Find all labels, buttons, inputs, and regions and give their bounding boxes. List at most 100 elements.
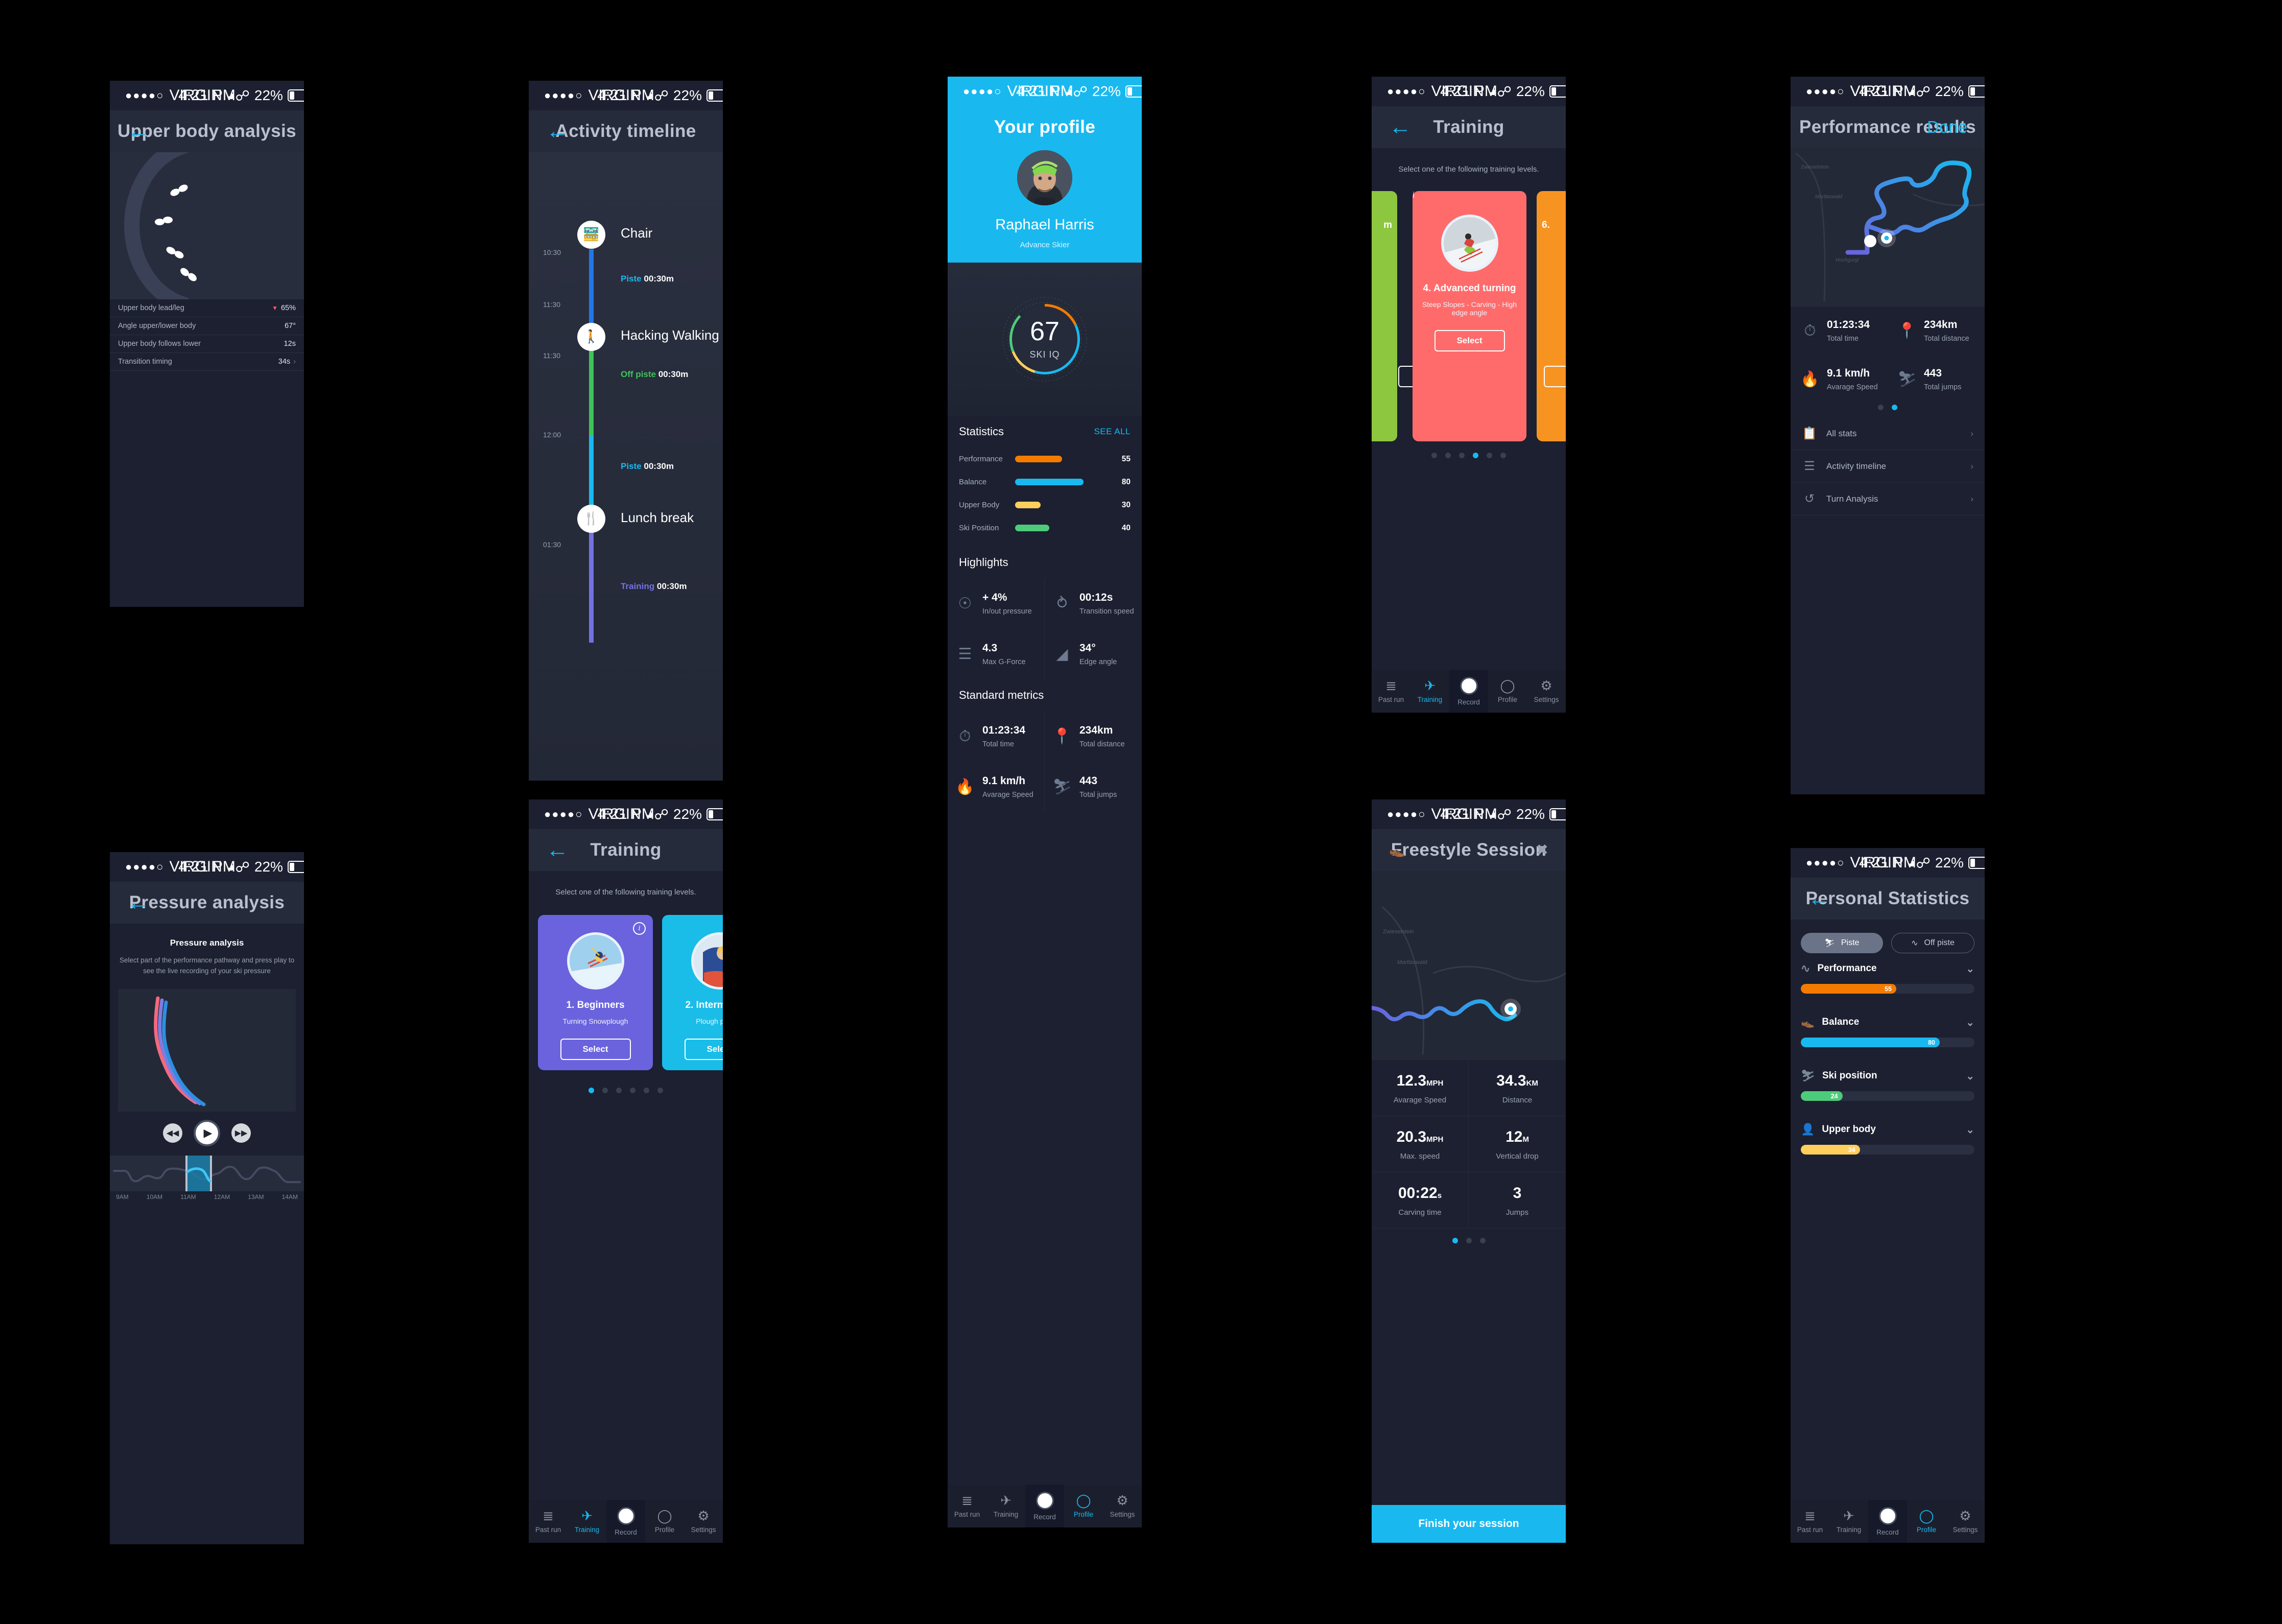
tab-settings[interactable]: ⚙ Settings xyxy=(1527,670,1566,713)
tab-record[interactable]: Record xyxy=(606,1500,645,1543)
training-card-next[interactable]: 6. xyxy=(1537,191,1566,441)
wifi-icon: ◕ xyxy=(1065,83,1073,99)
back-button[interactable]: ← xyxy=(546,120,569,143)
back-button[interactable]: ← xyxy=(127,891,150,914)
tab-past-run[interactable]: ≣ Past run xyxy=(1791,1500,1829,1543)
stat-section-header[interactable]: ∿ Performance ⌄ xyxy=(1801,953,1974,984)
select-button[interactable]: Select xyxy=(560,1039,631,1060)
highlight-label: Transition speed xyxy=(1079,607,1134,616)
stat-section-header[interactable]: ⛷ Ski position ⌄ xyxy=(1801,1061,1974,1091)
page-dot[interactable] xyxy=(657,1088,663,1093)
tab-profile[interactable]: ◯ Profile xyxy=(645,1500,684,1543)
session-map[interactable]: Zwieselstein Martlaswald 01:32:57 Total … xyxy=(1372,871,1566,1060)
page-dot[interactable] xyxy=(616,1088,622,1093)
info-icon[interactable]: i xyxy=(1413,191,1526,200)
tab-training[interactable]: ✈ Training xyxy=(986,1485,1025,1527)
tab-profile[interactable]: ◯ Profile xyxy=(1907,1500,1946,1543)
page-dot[interactable] xyxy=(1878,405,1884,410)
forward-button[interactable]: ▶▶ xyxy=(231,1123,251,1143)
chevron-down-icon[interactable]: ⌄ xyxy=(1966,1070,1974,1082)
back-button[interactable]: ← xyxy=(546,839,569,861)
see-all-link[interactable]: SEE ALL xyxy=(1094,427,1131,437)
table-row[interactable]: Upper body follows lower 12s xyxy=(110,335,304,353)
page-indicator xyxy=(1372,1238,1566,1243)
timeline-scrubber[interactable] xyxy=(110,1155,304,1191)
table-row[interactable]: Transition timing 34s › xyxy=(110,353,304,371)
list-item-activity-timeline[interactable]: ☰ Activity timeline › xyxy=(1791,450,1985,483)
timeline-node-walking[interactable]: 🚶 xyxy=(577,323,605,351)
chevron-down-icon[interactable]: ⌄ xyxy=(1966,1123,1974,1136)
person-icon: ◯ xyxy=(657,1508,672,1523)
tab-settings[interactable]: ⚙ Settings xyxy=(1946,1500,1985,1543)
bar-fill xyxy=(1015,479,1084,485)
tab-settings[interactable]: ⚙ Settings xyxy=(684,1500,723,1543)
battery-label: 22% xyxy=(673,806,702,822)
page-dot[interactable] xyxy=(644,1088,649,1093)
screen-upper-body-analysis: ●●●●○ VIRGIN ◕ 4:21 PM ☍ 22% ← Upper bod… xyxy=(110,81,304,607)
done-button[interactable]: Done xyxy=(1927,117,1967,137)
list-item-all-stats[interactable]: 📋 All stats › xyxy=(1791,417,1985,450)
tab-past-run[interactable]: ≣ Past run xyxy=(948,1485,986,1527)
tab-record[interactable]: Record xyxy=(1868,1500,1907,1543)
table-row[interactable]: Angle upper/lower body 67° xyxy=(110,317,304,335)
chevron-down-icon[interactable]: ⌄ xyxy=(1966,1016,1974,1029)
training-card-carousel[interactable]: m i i 4. Advanced turning Steep Slopes -… xyxy=(1372,191,1566,441)
back-button[interactable]: ← xyxy=(1389,116,1411,138)
page-dot[interactable] xyxy=(1500,453,1506,458)
list-item-turn-analysis[interactable]: ↺ Turn Analysis › xyxy=(1791,483,1985,515)
tab-record[interactable]: Record xyxy=(1449,670,1488,713)
page-dot[interactable] xyxy=(630,1088,636,1093)
page-dot[interactable] xyxy=(1466,1238,1472,1243)
tab-profile[interactable]: ◯ Profile xyxy=(1064,1485,1103,1527)
page-dot[interactable] xyxy=(1452,1238,1458,1243)
page-dot[interactable] xyxy=(1479,1238,1486,1243)
chevron-down-icon[interactable]: ⌄ xyxy=(1966,962,1974,975)
training-card-carousel[interactable]: i 1. Beginners Turning Snowplough Select xyxy=(529,915,723,1070)
tab-record[interactable]: Record xyxy=(1025,1485,1064,1527)
timeline-node-gondola[interactable]: 🚟 xyxy=(577,221,605,249)
select-button[interactable]: Select xyxy=(684,1039,723,1060)
tab-past-run[interactable]: ≣ Past run xyxy=(1372,670,1410,713)
training-card-intermediate[interactable]: 2. Intermediate Plough parallel Select xyxy=(662,915,723,1070)
segment-off-piste[interactable]: ∿ Off piste xyxy=(1891,933,1974,953)
route-map[interactable]: Zwieselstein Martlaswald Hochgurgl xyxy=(1791,148,1985,307)
tab-training[interactable]: ✈ Training xyxy=(1410,670,1449,713)
page-dot[interactable] xyxy=(1892,405,1897,410)
page-dot[interactable] xyxy=(589,1088,594,1093)
stat-bar-fill: 34 xyxy=(1801,1145,1860,1155)
page-dot[interactable] xyxy=(1431,453,1437,458)
page-dot[interactable] xyxy=(1445,453,1451,458)
close-button[interactable]: ✖ xyxy=(1536,841,1548,859)
stat-section-upper-body: 👤 Upper body ⌄ 34 xyxy=(1791,1114,1985,1155)
metric-label: Total time xyxy=(1827,335,1859,343)
timeline-node-cutlery[interactable]: 🍴 xyxy=(577,505,605,533)
training-card-advanced-turning[interactable]: i 4. Advanced turning Steep Slopes - Car… xyxy=(1413,191,1526,441)
pressure-path-chart[interactable] xyxy=(118,988,296,1112)
tab-profile[interactable]: ◯ Profile xyxy=(1488,670,1527,713)
table-row[interactable]: Upper body lead/leg ▼ 65% xyxy=(110,299,304,317)
training-card-beginners[interactable]: i 1. Beginners Turning Snowplough Select xyxy=(538,915,653,1070)
finish-session-button[interactable]: Finish your session xyxy=(1372,1505,1566,1543)
tab-past-run[interactable]: ≣ Past run xyxy=(529,1500,568,1543)
tab-training[interactable]: ✈ Training xyxy=(568,1500,606,1543)
metric-value: 12.3MPH xyxy=(1396,1072,1444,1089)
play-button[interactable]: ▶ xyxy=(194,1119,220,1146)
page-dot[interactable] xyxy=(602,1088,608,1093)
page-dot[interactable] xyxy=(1487,453,1492,458)
metric-cell: 12.3MPH Avarage Speed xyxy=(1372,1060,1469,1116)
page-dot[interactable] xyxy=(1473,453,1478,458)
tab-training[interactable]: ✈ Training xyxy=(1829,1500,1868,1543)
training-card-previous[interactable]: m i xyxy=(1372,191,1427,441)
rewind-button[interactable]: ◀◀ xyxy=(163,1123,182,1143)
back-button[interactable]: ← xyxy=(1808,887,1830,910)
select-button-partial[interactable] xyxy=(1544,366,1566,387)
stat-section-header[interactable]: 👞 Balance ⌄ xyxy=(1801,1007,1974,1038)
segment-piste[interactable]: ⛷ Piste xyxy=(1801,933,1883,953)
info-icon[interactable]: i xyxy=(633,922,646,935)
stat-section-header[interactable]: 👤 Upper body ⌄ xyxy=(1801,1114,1974,1145)
select-button[interactable]: Select xyxy=(1434,330,1505,351)
page-dot[interactable] xyxy=(1459,453,1465,458)
tab-settings[interactable]: ⚙ Settings xyxy=(1103,1485,1142,1527)
back-button[interactable]: ← xyxy=(127,120,150,143)
avatar[interactable] xyxy=(1017,150,1072,205)
